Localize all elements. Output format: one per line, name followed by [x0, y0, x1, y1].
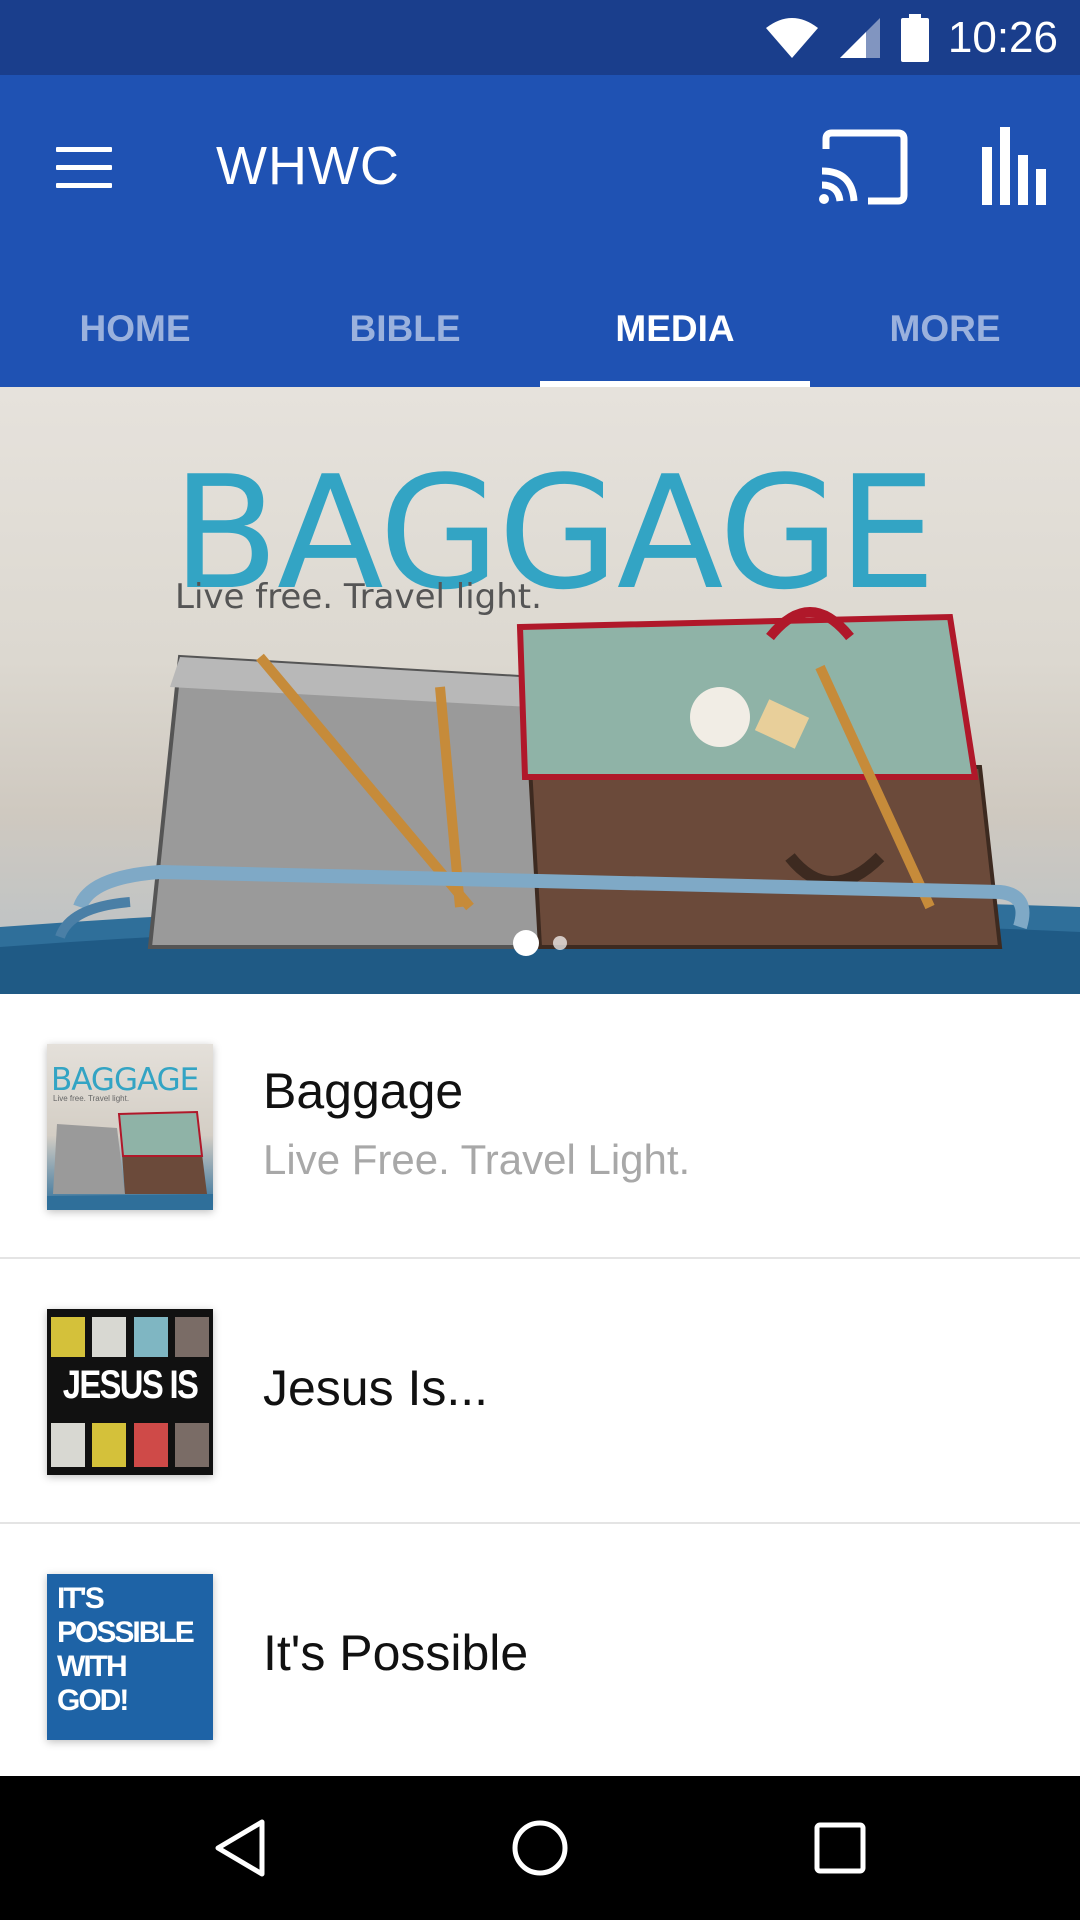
- recents-icon: [814, 1822, 866, 1874]
- thumb-subtitle: Live free. Travel light.: [53, 1094, 130, 1103]
- thumb-line: POSSIBLE: [57, 1616, 195, 1649]
- series-subtitle: Live Free. Travel Light.: [263, 1136, 691, 1183]
- cell-signal-icon: [839, 17, 880, 58]
- app-bar: WHWC HOME BIBLE MEDIA MORE: [0, 75, 1080, 387]
- menu-icon[interactable]: [40, 123, 128, 211]
- system-nav-bar: [0, 1776, 1080, 1920]
- series-title: It's Possible: [263, 1625, 529, 1681]
- carousel-dot[interactable]: [553, 936, 567, 950]
- cast-icon[interactable]: [816, 127, 912, 207]
- thumb-color-row-top: [47, 1317, 213, 1357]
- home-icon: [512, 1820, 568, 1876]
- tab-bible[interactable]: BIBLE: [270, 270, 540, 387]
- series-title: Baggage: [263, 1063, 464, 1119]
- carousel-dot-active[interactable]: [513, 930, 539, 956]
- thumb-title: JESUS IS: [62, 1363, 199, 1407]
- thumb-title: IT'S POSSIBLE WITH GOD!: [57, 1582, 195, 1718]
- tab-bar: HOME BIBLE MEDIA MORE: [0, 270, 1080, 387]
- status-bar: 10:26: [0, 0, 1080, 75]
- thumb-line: WITH: [57, 1650, 128, 1683]
- series-title: Jesus Is...: [263, 1360, 489, 1416]
- thumb-line: GOD!: [57, 1684, 129, 1717]
- thumb-title: BAGGAGE: [51, 1062, 199, 1098]
- tab-media[interactable]: MEDIA: [540, 270, 810, 387]
- hero-tagline: Live free. Travel light.: [175, 577, 542, 617]
- tab-more[interactable]: MORE: [810, 270, 1080, 387]
- series-thumbnail: JESUS IS: [47, 1309, 213, 1475]
- series-list: BAGGAGE Live free. Travel light. Baggage…: [0, 994, 1080, 1789]
- list-item[interactable]: IT'S POSSIBLE WITH GOD! It's Possible: [0, 1524, 1080, 1789]
- tab-home[interactable]: HOME: [0, 270, 270, 387]
- recents-button[interactable]: [790, 1798, 890, 1898]
- back-button[interactable]: [190, 1798, 290, 1898]
- hero-banner[interactable]: BAGGAGE Live free. Travel light.: [0, 387, 1080, 994]
- list-item[interactable]: BAGGAGE Live free. Travel light. Baggage…: [0, 994, 1080, 1259]
- back-icon: [215, 1819, 265, 1877]
- series-thumbnail: IT'S POSSIBLE WITH GOD!: [47, 1574, 213, 1740]
- status-time: 10:26: [947, 12, 1058, 62]
- app-title: WHWC: [216, 136, 400, 196]
- status-icons: 10:26: [764, 0, 1058, 75]
- carousel-indicator: [0, 930, 1080, 956]
- thumb-color-row-bottom: [47, 1423, 213, 1467]
- list-item[interactable]: JESUS IS Jesus Is...: [0, 1259, 1080, 1524]
- series-thumbnail: BAGGAGE Live free. Travel light.: [47, 1044, 213, 1210]
- home-button[interactable]: [490, 1798, 590, 1898]
- stats-icon[interactable]: [964, 125, 1054, 209]
- thumb-line: IT'S: [57, 1582, 105, 1615]
- battery-icon: [900, 13, 929, 62]
- wifi-icon: [765, 17, 818, 58]
